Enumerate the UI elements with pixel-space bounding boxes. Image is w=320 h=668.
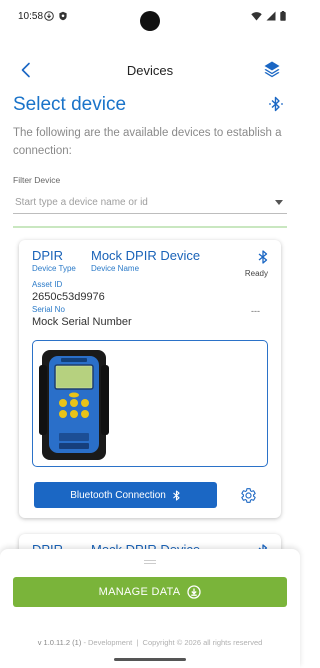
camera-cutout (140, 11, 160, 31)
device-type: DPIR (32, 248, 64, 263)
footer: v 1.0.11.2 (1) - Development | Copyright… (0, 638, 300, 647)
manage-data-button[interactable]: MANAGE DATA (13, 577, 287, 607)
serial-value: Mock Serial Number (32, 316, 132, 328)
status-indicators (251, 11, 286, 21)
extra-value: --- (251, 306, 260, 316)
header-title: Devices (126, 63, 174, 78)
download-icon (187, 585, 202, 599)
bluetooth-connection-label: Bluetooth Connection (70, 489, 166, 501)
wifi-icon (251, 12, 262, 21)
copyright: Copyright © 2026 all rights reserved (142, 638, 263, 647)
signal-icon (266, 11, 276, 21)
app-version: v 1.0.11.2 (1) (37, 638, 82, 647)
build-environment: - Development (83, 638, 133, 647)
device-card[interactable]: DPIR Device Type Mock DPIR Device Device… (19, 240, 281, 518)
asset-id-caption: Asset ID (32, 280, 63, 289)
device-name-caption: Device Name (91, 264, 140, 273)
divider (13, 226, 287, 228)
intro-text: The following are the available devices … (13, 127, 282, 157)
shield-icon (59, 11, 67, 21)
bottom-sheet: MANAGE DATA v 1.0.11.2 (1) - Development… (0, 549, 300, 668)
bluetooth-icon (172, 489, 180, 501)
bluetooth-scan-icon[interactable] (269, 96, 283, 112)
device-image (39, 350, 109, 460)
device-filter-input[interactable] (13, 192, 287, 214)
chevron-down-icon[interactable] (275, 200, 283, 205)
manage-data-label: MANAGE DATA (98, 586, 181, 598)
asset-id-value: 2650c53d9976 (32, 291, 105, 303)
device-name: Mock DPIR Device (91, 248, 201, 263)
footer-separator: | (134, 638, 141, 647)
app-header: Devices (0, 52, 300, 86)
bluetooth-connection-button[interactable]: Bluetooth Connection (34, 482, 217, 508)
status-time: 10:58 (18, 11, 44, 22)
layers-icon[interactable] (262, 59, 282, 79)
bluetooth-icon (258, 250, 268, 264)
filter-label: Filter Device (13, 175, 61, 185)
serial-caption: Serial No (32, 305, 65, 314)
device-status: Ready (244, 269, 268, 278)
status-bar: 10:58 (0, 0, 300, 34)
drag-handle[interactable] (144, 560, 156, 564)
download-icon (44, 11, 54, 21)
gear-icon[interactable] (240, 487, 257, 504)
home-indicator[interactable] (114, 658, 186, 661)
device-type-caption: Device Type (32, 264, 76, 273)
device-image-frame (32, 340, 268, 467)
page-title: Select device (13, 94, 127, 115)
battery-icon (280, 11, 286, 21)
